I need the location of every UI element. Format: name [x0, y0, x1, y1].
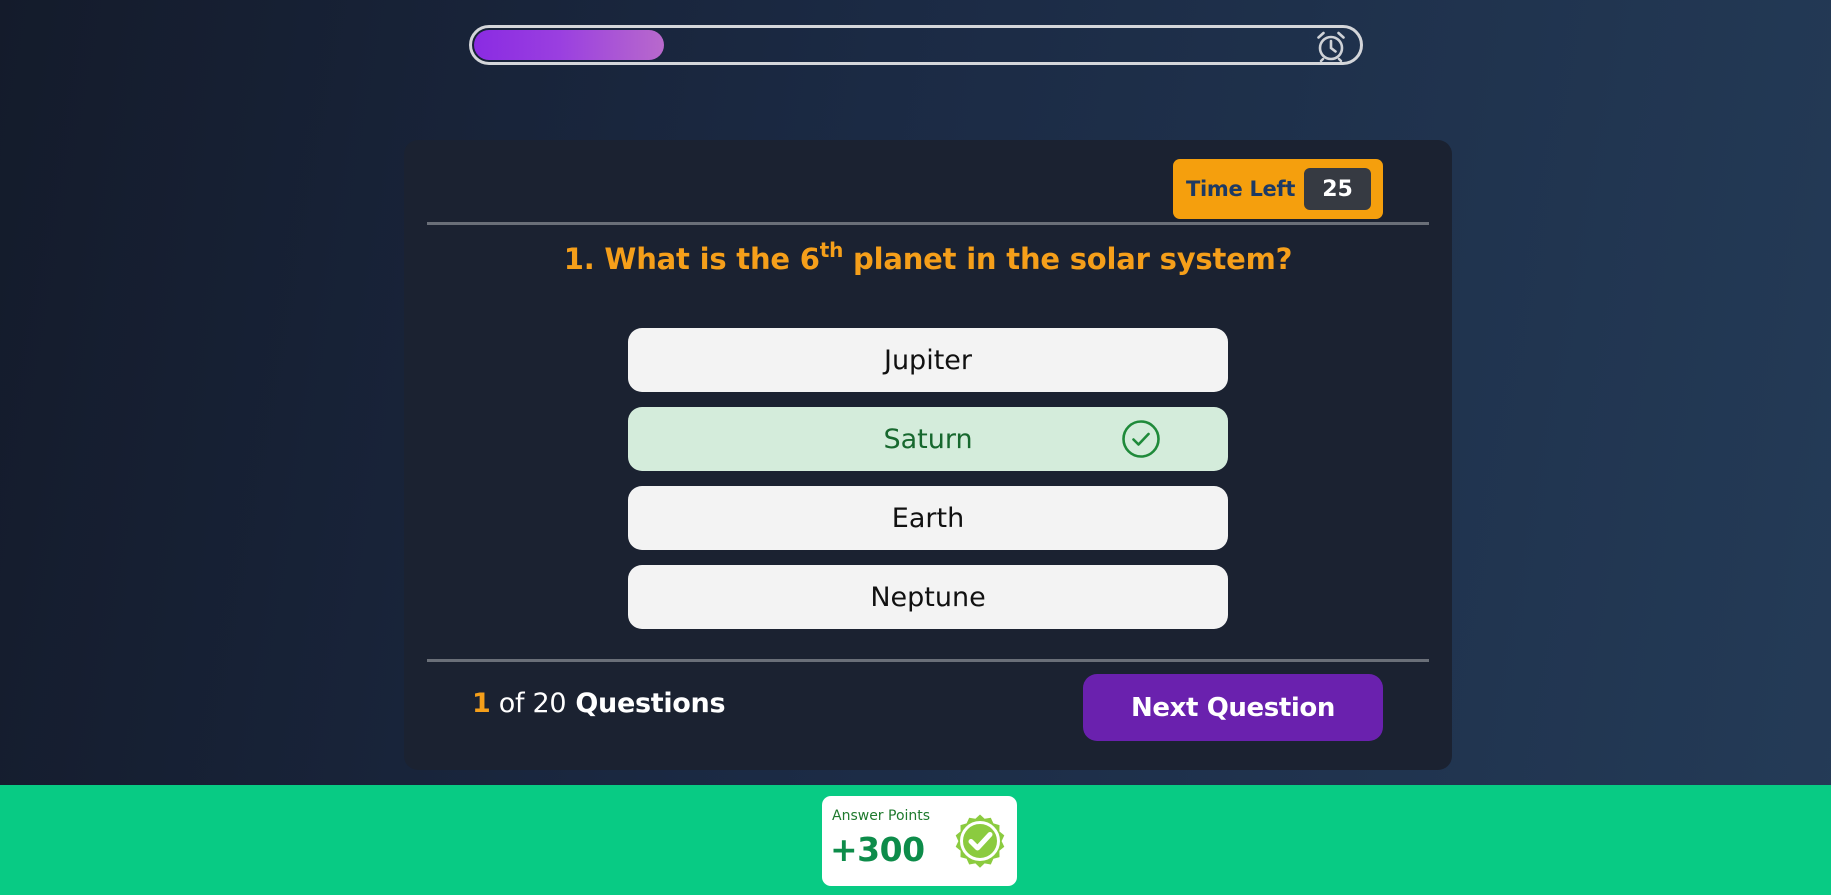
footer-divider [427, 659, 1429, 662]
question-counter: 1 of 20 Questions [472, 688, 726, 719]
counter-of: of [490, 688, 533, 719]
answer-points-card: Answer Points +300 [822, 796, 1017, 886]
option-label: Earth [891, 502, 965, 534]
check-circle-icon [1122, 420, 1160, 458]
time-left-label: Time Left [1186, 177, 1296, 201]
option-jupiter[interactable]: Jupiter [628, 328, 1228, 392]
question-text: 1. What is the 6th planet in the solar s… [404, 240, 1452, 276]
option-saturn[interactable]: Saturn [628, 407, 1228, 471]
answer-points-value: +300 [830, 830, 925, 869]
option-label: Saturn [883, 423, 973, 455]
time-left-value: 25 [1304, 168, 1371, 210]
option-neptune[interactable]: Neptune [628, 565, 1228, 629]
question-suffix: planet in the solar system? [843, 242, 1293, 276]
option-label: Jupiter [883, 344, 972, 376]
answer-options: Jupiter Saturn Earth Neptune [628, 328, 1228, 644]
alarm-clock-icon [1317, 31, 1345, 62]
counter-current: 1 [472, 688, 491, 719]
header-divider [427, 222, 1429, 225]
quiz-card: Time Left 25 1. What is the 6th planet i… [404, 140, 1452, 770]
answer-points-banner: Answer Points +300 [0, 785, 1831, 895]
counter-total: 20 [532, 688, 567, 719]
counter-questions: Questions [566, 688, 726, 719]
time-left-badge: Time Left 25 [1173, 159, 1383, 219]
next-question-button[interactable]: Next Question [1083, 674, 1383, 741]
option-earth[interactable]: Earth [628, 486, 1228, 550]
progress-fill [474, 30, 664, 60]
question-superscript: th [819, 238, 844, 262]
badge-check-icon [955, 814, 1005, 868]
option-label: Neptune [870, 581, 986, 613]
quiz-progress-bar [469, 25, 1363, 65]
answer-points-label: Answer Points [832, 808, 931, 824]
question-prefix: 1. What is the 6 [563, 242, 820, 276]
